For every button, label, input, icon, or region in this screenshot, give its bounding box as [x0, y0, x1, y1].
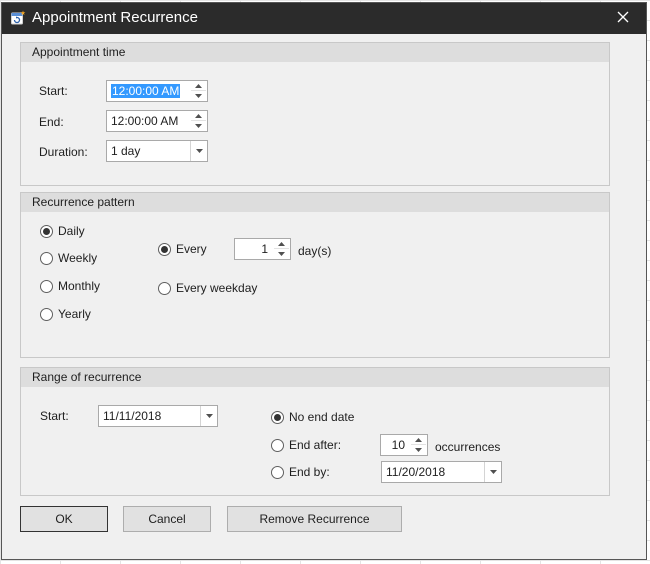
occurrences-down-arrow[interactable]	[411, 445, 426, 454]
end-time-label: End:	[39, 115, 64, 129]
close-button[interactable]	[600, 3, 646, 34]
appointment-time-header: Appointment time	[21, 43, 609, 62]
range-start-date-picker[interactable]: 11/11/2018	[98, 405, 218, 427]
chevron-down-icon	[415, 447, 422, 452]
close-icon	[617, 11, 629, 26]
chevron-down-icon	[195, 149, 203, 153]
chevron-down-icon	[489, 470, 497, 474]
recurrence-pattern-group: Recurrence pattern Daily Weekly Monthly …	[20, 192, 610, 358]
end-time-up-arrow[interactable]	[191, 112, 206, 121]
radio-no-end-date[interactable]: No end date	[271, 409, 354, 425]
end-time-value[interactable]: 12:00:00 AM	[111, 114, 178, 128]
end-by-value[interactable]: 11/20/2018	[386, 465, 445, 479]
occurrences-label: occurrences	[435, 440, 501, 454]
range-of-recurrence-group: Range of recurrence Start: 11/11/2018 No…	[20, 367, 610, 496]
range-start-value[interactable]: 11/11/2018	[103, 409, 161, 423]
occurrences-up-arrow[interactable]	[411, 436, 426, 445]
duration-label: Duration:	[39, 145, 88, 159]
occurrences-spinner[interactable]: 10	[380, 434, 428, 456]
appointment-time-group: Appointment time Start: 12:00:00 AM End:…	[20, 42, 610, 186]
appointment-recurrence-dialog: Appointment Recurrence Appointment time …	[1, 2, 647, 560]
recurrence-pattern-header: Recurrence pattern	[21, 193, 609, 212]
chevron-up-icon	[415, 438, 422, 442]
range-start-label: Start:	[40, 409, 69, 423]
cancel-button[interactable]: Cancel	[123, 506, 211, 532]
radio-yearly[interactable]: Yearly	[40, 306, 91, 322]
end-time-down-arrow[interactable]	[191, 121, 206, 130]
range-of-recurrence-header: Range of recurrence	[21, 368, 609, 387]
radio-every-n-days[interactable]: Every	[158, 241, 207, 257]
chevron-up-icon	[195, 114, 202, 118]
remove-recurrence-button[interactable]: Remove Recurrence	[227, 506, 402, 532]
recurrence-calendar-icon	[10, 10, 26, 26]
every-days-up-arrow[interactable]	[274, 240, 289, 249]
window-title: Appointment Recurrence	[32, 9, 198, 26]
start-time-down-arrow[interactable]	[191, 91, 206, 100]
duration-combo[interactable]: 1 day	[106, 140, 208, 162]
start-time-label: Start:	[39, 84, 68, 98]
start-time-up-arrow[interactable]	[191, 82, 206, 91]
end-by-dropdown-button[interactable]	[484, 462, 501, 482]
radio-every-weekday[interactable]: Every weekday	[158, 280, 257, 296]
duration-value: 1 day	[111, 144, 141, 158]
chevron-up-icon	[278, 242, 285, 246]
duration-dropdown-button[interactable]	[190, 141, 207, 161]
every-days-spinner[interactable]: 1	[234, 238, 291, 260]
radio-end-by[interactable]: End by:	[271, 464, 330, 480]
end-by-date-picker[interactable]: 11/20/2018	[381, 461, 502, 483]
range-start-dropdown-button[interactable]	[200, 406, 217, 426]
start-time-spinner[interactable]: 12:00:00 AM	[106, 80, 208, 102]
radio-daily[interactable]: Daily	[40, 223, 85, 239]
chevron-down-icon	[205, 414, 213, 418]
radio-weekly[interactable]: Weekly	[40, 250, 97, 266]
chevron-down-icon	[195, 123, 202, 128]
radio-monthly[interactable]: Monthly	[40, 278, 100, 294]
every-days-value[interactable]: 1	[261, 242, 268, 256]
start-time-value[interactable]: 12:00:00 AM	[111, 84, 181, 98]
end-time-spinner[interactable]: 12:00:00 AM	[106, 110, 208, 132]
title-bar[interactable]: Appointment Recurrence	[2, 3, 646, 34]
chevron-down-icon	[195, 93, 202, 98]
radio-end-after[interactable]: End after:	[271, 437, 341, 453]
chevron-down-icon	[278, 251, 285, 256]
occurrences-value[interactable]: 10	[392, 438, 405, 452]
every-days-down-arrow[interactable]	[274, 249, 289, 258]
chevron-up-icon	[195, 84, 202, 88]
ok-button[interactable]: OK	[20, 506, 108, 532]
days-unit-label: day(s)	[298, 244, 332, 258]
